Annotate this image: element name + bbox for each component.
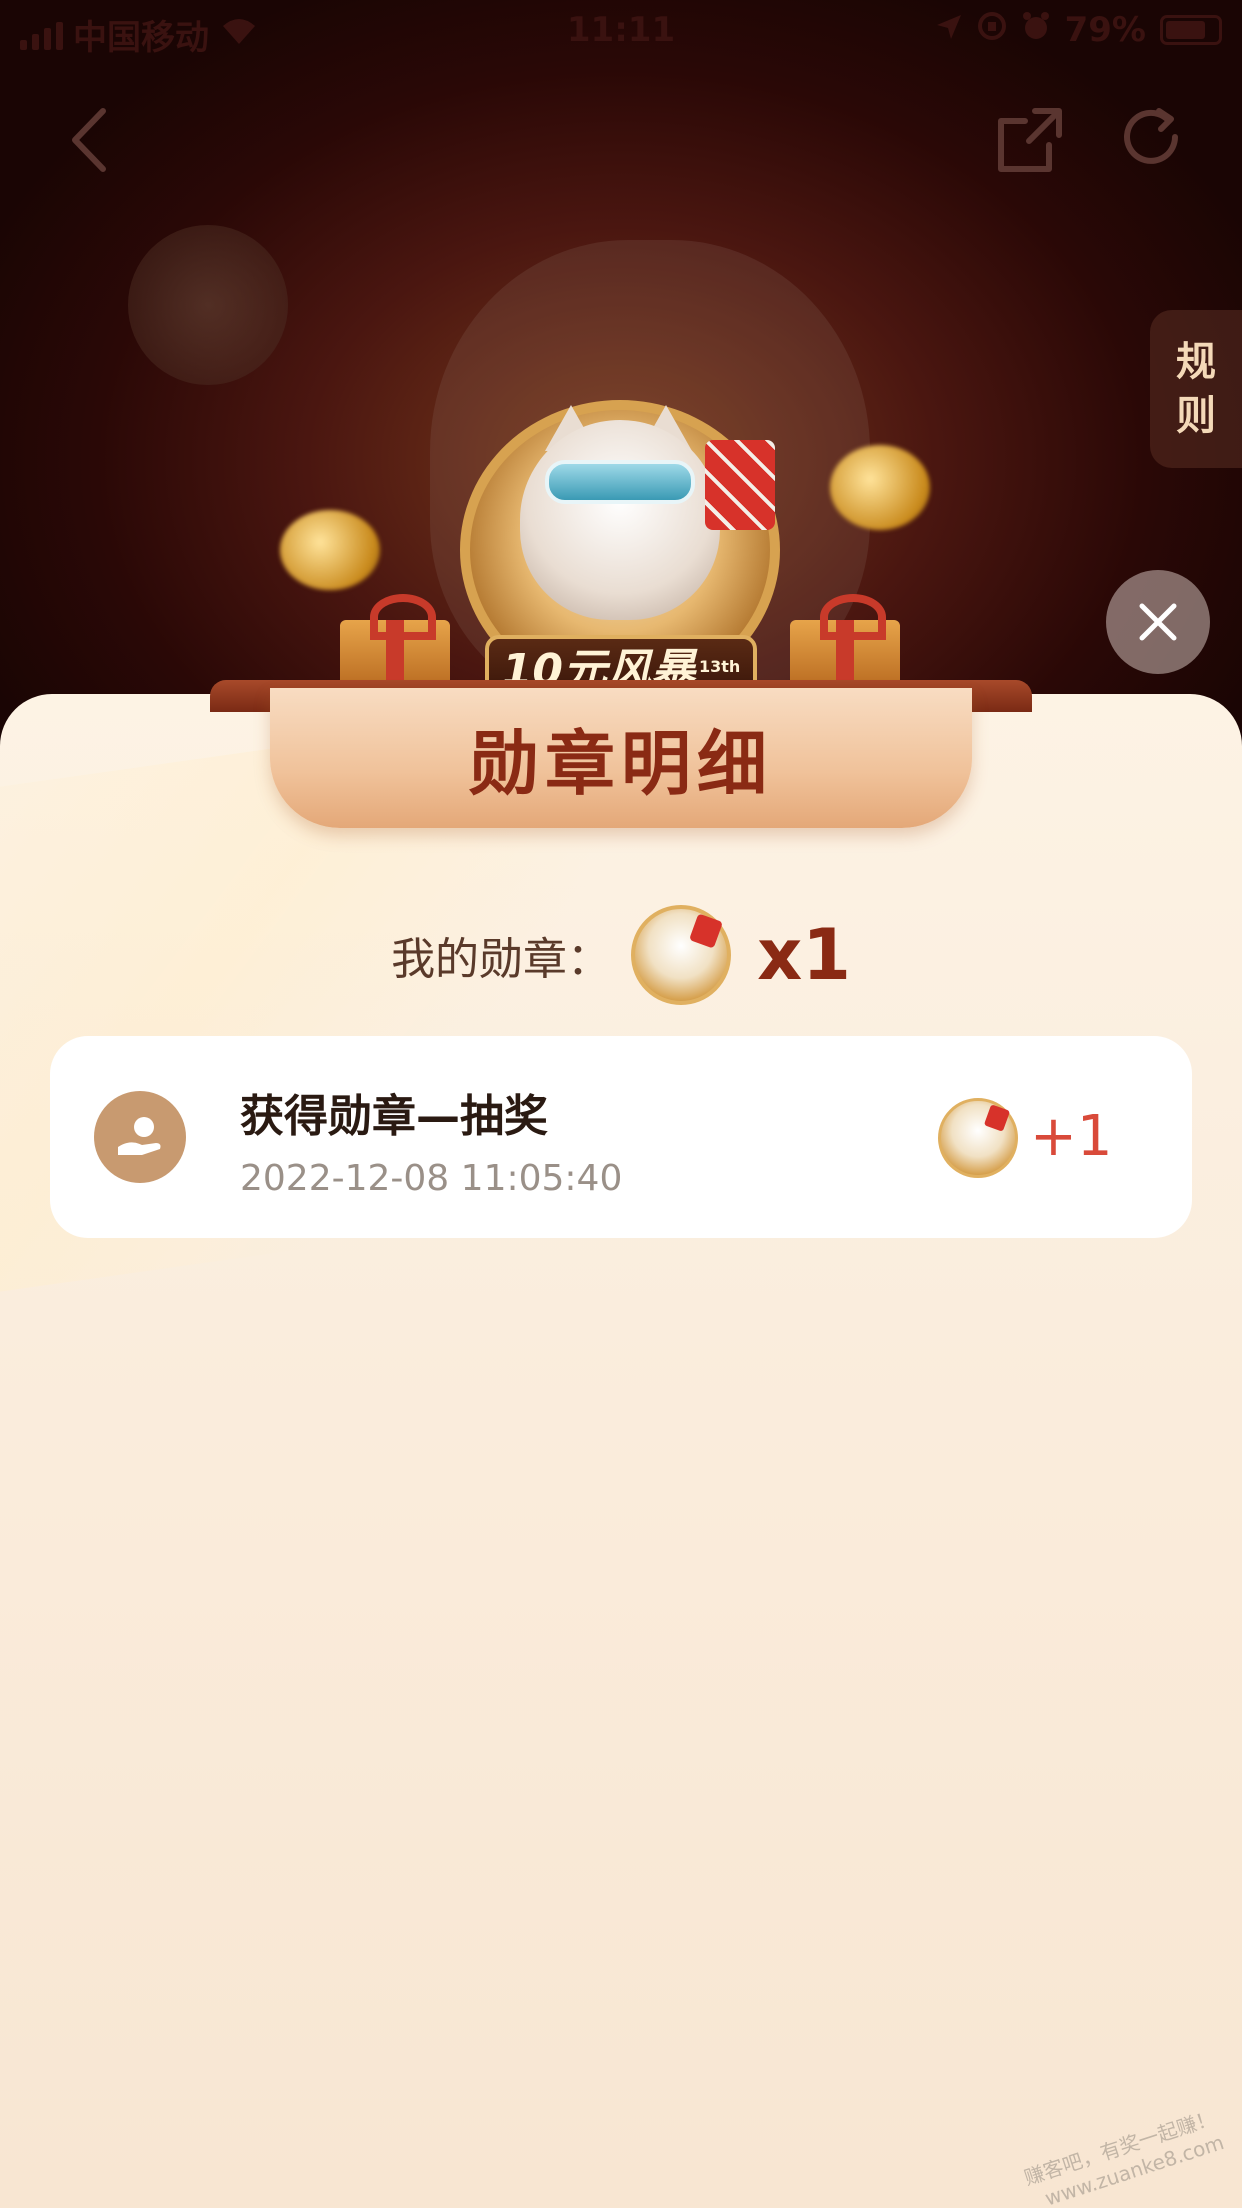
medal-icon	[631, 905, 732, 1005]
status-bar: 中国移动 11:11 79%	[0, 0, 1242, 62]
refresh-icon	[1124, 108, 1178, 164]
record-delta: +1	[1030, 1104, 1113, 1169]
hero-banner-sup: 13th	[698, 656, 741, 676]
medal-icon	[938, 1098, 1018, 1178]
share-button[interactable]	[990, 100, 1070, 180]
battery-icon	[1160, 15, 1222, 45]
my-medal-count: x1	[757, 914, 851, 996]
record-item: 获得勋章—抽奖 2022-12-08 11:05:40 +1	[50, 1036, 1192, 1238]
battery-percent: 79%	[1064, 10, 1146, 50]
orientation-lock-icon	[977, 10, 1007, 50]
hero-cat-goggles	[545, 460, 695, 504]
rules-tab-label-2: 则	[1176, 393, 1216, 439]
rules-tab-label-1: 规	[1176, 339, 1216, 385]
background-medal-silhouette	[128, 225, 288, 385]
refresh-button[interactable]	[1112, 100, 1192, 180]
alarm-icon	[1021, 10, 1051, 50]
hero-red-flags	[705, 440, 775, 530]
sheet-title: 勋章明细	[469, 722, 773, 805]
share-icon	[998, 108, 1062, 172]
chevron-left-icon	[72, 108, 106, 172]
lottery-hand-icon	[94, 1091, 186, 1183]
title-ribbon: 勋章明细	[210, 680, 1032, 830]
record-time: 2022-12-08 11:05:40	[240, 1158, 623, 1199]
location-icon	[935, 10, 963, 50]
record-title: 获得勋章—抽奖	[240, 1091, 548, 1142]
coin-left-decoration	[280, 510, 380, 590]
status-right: 79%	[935, 10, 1222, 50]
close-icon	[1139, 603, 1177, 641]
screen: 中国移动 11:11 79% 规 则 10元风暴 13th 勋章明细 我的勋章：…	[0, 0, 1242, 2208]
rules-tab[interactable]: 规 则	[1150, 310, 1242, 468]
hero-cat-illustration	[520, 420, 720, 620]
coin-right-decoration	[830, 445, 930, 530]
ribbon-front: 勋章明细	[270, 688, 972, 828]
close-button[interactable]	[1106, 570, 1210, 674]
back-button[interactable]	[50, 100, 130, 180]
my-medal-summary: 我的勋章： x1	[0, 905, 1242, 1005]
my-medal-label: 我的勋章：	[391, 934, 612, 985]
